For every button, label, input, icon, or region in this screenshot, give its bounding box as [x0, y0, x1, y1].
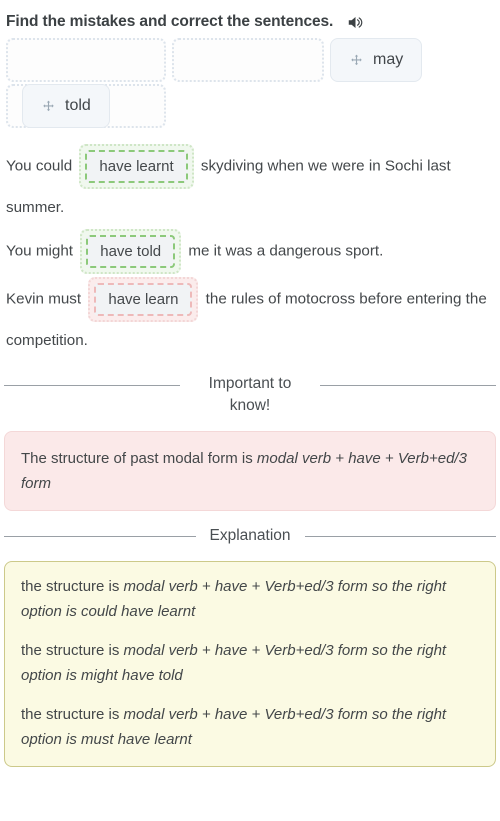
drop-slot-2[interactable] — [172, 38, 324, 82]
divider-line-right — [320, 384, 496, 386]
exercise-page: Find the mistakes and correct the senten… — [0, 0, 500, 821]
token-label: may — [373, 51, 404, 68]
explanation-line: the structure is modal verb + have + Ver… — [21, 702, 479, 752]
sentence-row: You might have told me it was a dangerou… — [6, 229, 494, 274]
sentence-before: You might — [6, 242, 73, 260]
page-title: Find the mistakes and correct the senten… — [6, 13, 334, 30]
token-label: told — [65, 97, 91, 114]
answer-label: have learn — [94, 283, 193, 316]
answer-box-1[interactable]: have learnt — [79, 144, 194, 189]
draggable-token-told[interactable]: told — [22, 84, 110, 128]
important-text-plain: The structure of past modal form is — [21, 450, 257, 467]
sentence-row: You could have learnt skydiving when we … — [6, 144, 494, 226]
divider-line-left — [4, 535, 196, 537]
sentence-after: me it was a dangerous sport. — [188, 242, 384, 260]
important-box: The structure of past modal form is moda… — [4, 431, 496, 511]
explanation-divider-label: Explanation — [209, 527, 291, 544]
explanation-lead: the structure is — [21, 578, 124, 595]
answer-label: have told — [86, 235, 176, 268]
answer-label: have learnt — [85, 150, 188, 183]
sentence-before: You could — [6, 157, 73, 175]
explanation-line: the structure is modal verb + have + Ver… — [21, 638, 479, 688]
dnd-row-2: told — [6, 84, 494, 128]
sentence-after: skydiving when we were in Sochi last sum… — [6, 157, 451, 216]
answer-box-3[interactable]: have learn — [88, 277, 199, 322]
divider-line-right — [304, 535, 497, 537]
draggable-token-may[interactable]: may — [330, 38, 423, 82]
move-arrows-icon — [349, 53, 364, 68]
dnd-row-1: may — [6, 38, 494, 82]
move-arrows-icon — [41, 99, 56, 114]
explanation-line: the structure is modal verb + have + Ver… — [21, 574, 479, 624]
sentence-before: Kevin must — [6, 290, 82, 308]
answer-box-2[interactable]: have told — [80, 229, 182, 274]
drag-drop-zone: may told — [0, 34, 500, 138]
drop-slot-1[interactable] — [6, 38, 166, 82]
sentence-list: You could have learnt skydiving when we … — [0, 138, 500, 359]
important-divider-label: Important to know! — [208, 375, 292, 414]
page-header: Find the mistakes and correct the senten… — [0, 0, 500, 34]
explanation-box: the structure is modal verb + have + Ver… — [4, 561, 496, 767]
explanation-divider: Explanation — [0, 525, 500, 547]
sentence-row: Kevin must have learn the rules of motoc… — [6, 277, 494, 359]
divider-line-left — [4, 384, 180, 386]
speaker-icon[interactable] — [345, 12, 365, 32]
explanation-lead: the structure is — [21, 642, 124, 659]
important-divider: Important to know! — [0, 373, 500, 417]
explanation-lead: the structure is — [21, 706, 124, 723]
